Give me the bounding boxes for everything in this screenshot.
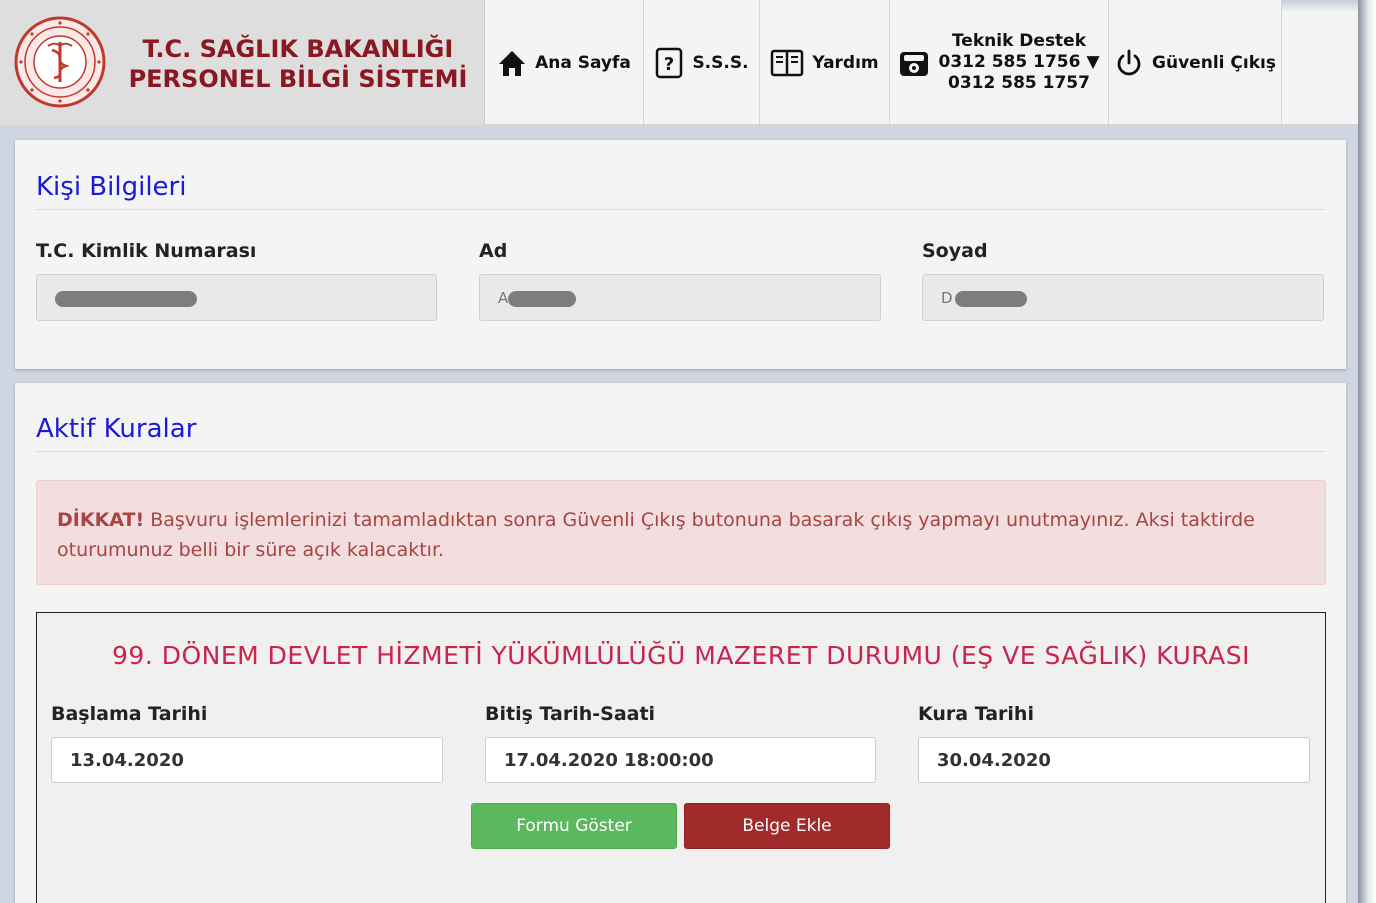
home-icon xyxy=(497,48,527,78)
brand-line1: T.C. SAĞLIK BAKANLIĞI xyxy=(142,35,454,63)
redaction-mask xyxy=(955,291,1027,307)
nav-faq[interactable]: ? S.S.S. xyxy=(644,0,760,125)
phone-icon xyxy=(898,48,930,78)
add-document-button[interactable]: Belge Ekle xyxy=(684,803,890,849)
redaction-mask xyxy=(55,291,197,307)
support-info: Teknik Destek 0312 585 1756 ▼ 0312 585 17… xyxy=(938,31,1099,94)
nav-faq-label: S.S.S. xyxy=(692,52,749,73)
end-datetime-label: Bitiş Tarih-Saati xyxy=(485,703,656,725)
section-divider xyxy=(36,451,1326,452)
brand-line2: PERSONEL BİLGİ SİSTEMİ xyxy=(128,65,468,93)
support-phone2: 0312 585 1757 xyxy=(948,73,1090,93)
section-divider xyxy=(36,209,1326,210)
question-icon: ? xyxy=(654,47,684,79)
kura-panel: 99. DÖNEM DEVLET HİZMETİ YÜKÜMLÜLÜĞÜ MAZ… xyxy=(36,612,1326,903)
soyad-value: D xyxy=(941,288,953,307)
alert-strong: DİKKAT! xyxy=(57,509,145,531)
person-info-card: Kişi Bilgileri T.C. Kimlik Numarası Ad A… xyxy=(15,140,1346,369)
draw-date-field[interactable]: 30.04.2020 xyxy=(918,737,1310,783)
draw-date-label: Kura Tarihi xyxy=(918,703,1034,725)
nav-logout[interactable]: Güvenli Çıkış xyxy=(1109,0,1282,125)
ministry-seal-icon xyxy=(14,16,106,108)
tc-field[interactable] xyxy=(36,274,437,321)
tc-label: T.C. Kimlik Numarası xyxy=(36,240,257,262)
nav-help-label: Yardım xyxy=(812,52,879,73)
start-date-field[interactable]: 13.04.2020 xyxy=(51,737,443,783)
ad-field[interactable]: A xyxy=(479,274,881,321)
rules-section-title: Aktif Kuralar xyxy=(36,414,197,444)
show-form-button[interactable]: Formu Göster xyxy=(471,803,677,849)
nav-help[interactable]: Yardım xyxy=(760,0,890,125)
person-section-title: Kişi Bilgileri xyxy=(36,172,187,202)
nav-logout-label: Güvenli Çıkış xyxy=(1152,52,1276,73)
warning-alert: DİKKAT! Başvuru işlemlerinizi tamamladık… xyxy=(36,480,1326,585)
redaction-mask xyxy=(508,291,576,307)
book-icon xyxy=(770,48,804,78)
brand-title: T.C. SAĞLIK BAKANLIĞI PERSONEL BİLGİ SİS… xyxy=(118,34,478,94)
soyad-field[interactable]: D xyxy=(922,274,1324,321)
power-icon xyxy=(1114,48,1144,78)
end-datetime-field[interactable]: 17.04.2020 18:00:00 xyxy=(485,737,876,783)
nav-support-dropdown[interactable]: Teknik Destek 0312 585 1756 ▼ 0312 585 17… xyxy=(890,0,1109,125)
top-header: T.C. SAĞLIK BAKANLIĞI PERSONEL BİLGİ SİS… xyxy=(0,0,1358,125)
chevron-down-icon: ▼ xyxy=(1086,52,1100,72)
support-title: Teknik Destek xyxy=(951,31,1087,51)
brand-area[interactable]: T.C. SAĞLIK BAKANLIĞI PERSONEL BİLGİ SİS… xyxy=(0,0,485,125)
ad-value: A xyxy=(498,288,509,307)
nav-home-label: Ana Sayfa xyxy=(535,52,631,73)
start-date-label: Başlama Tarihi xyxy=(51,703,208,725)
svg-text:?: ? xyxy=(664,54,674,75)
active-rules-card: Aktif Kuralar DİKKAT! Başvuru işlemlerin… xyxy=(15,383,1346,903)
alert-text: Başvuru işlemlerinizi tamamladıktan sonr… xyxy=(57,509,1255,561)
kura-title: 99. DÖNEM DEVLET HİZMETİ YÜKÜMLÜLÜĞÜ MAZ… xyxy=(112,641,1250,670)
ad-label: Ad xyxy=(479,240,508,262)
window-shadow xyxy=(1358,0,1376,903)
support-phone1: 0312 585 1756 xyxy=(938,52,1081,72)
header-edge xyxy=(1282,0,1358,12)
nav-home[interactable]: Ana Sayfa xyxy=(485,0,644,125)
soyad-label: Soyad xyxy=(922,240,988,262)
